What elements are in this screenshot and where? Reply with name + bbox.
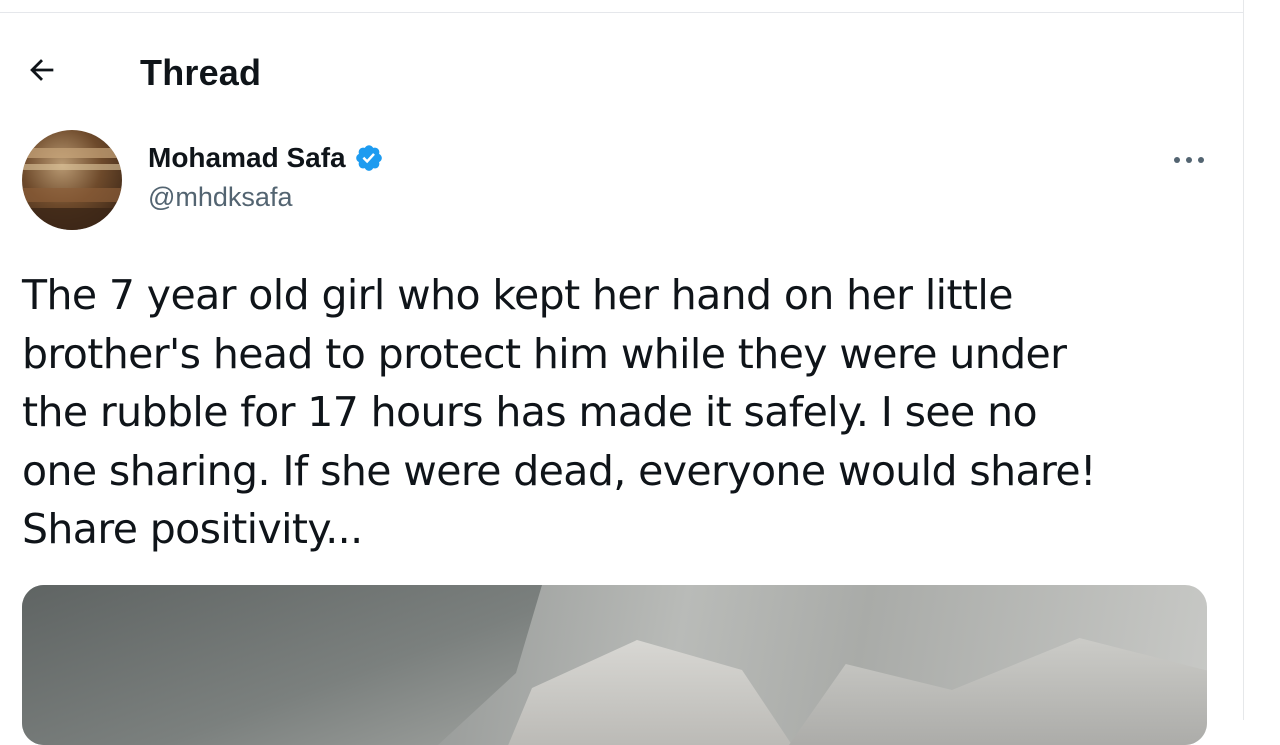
- thread-header: Thread: [0, 40, 1240, 104]
- name-row: Mohamad Safa: [148, 142, 384, 174]
- back-button[interactable]: [20, 48, 64, 92]
- tweet-media-image[interactable]: [22, 585, 1207, 745]
- tweet-author: Mohamad Safa @mhdksafa: [22, 130, 1242, 240]
- more-options-button[interactable]: [1162, 140, 1216, 180]
- display-name[interactable]: Mohamad Safa: [148, 142, 346, 174]
- rubble-shape: [782, 638, 1207, 745]
- user-handle[interactable]: @mhdksafa: [148, 182, 292, 213]
- more-horizontal-icon: [1174, 157, 1204, 163]
- verified-badge-icon: [355, 145, 382, 171]
- arrow-left-icon: [30, 59, 54, 81]
- avatar[interactable]: [22, 130, 122, 230]
- rubble-shape: [22, 585, 542, 745]
- tweet-text: The 7 year old girl who kept her hand on…: [22, 271, 1096, 553]
- rubble-shape: [502, 640, 802, 745]
- page-title: Thread: [140, 52, 262, 93]
- right-gutter: [1244, 0, 1280, 720]
- top-divider: [0, 0, 1244, 13]
